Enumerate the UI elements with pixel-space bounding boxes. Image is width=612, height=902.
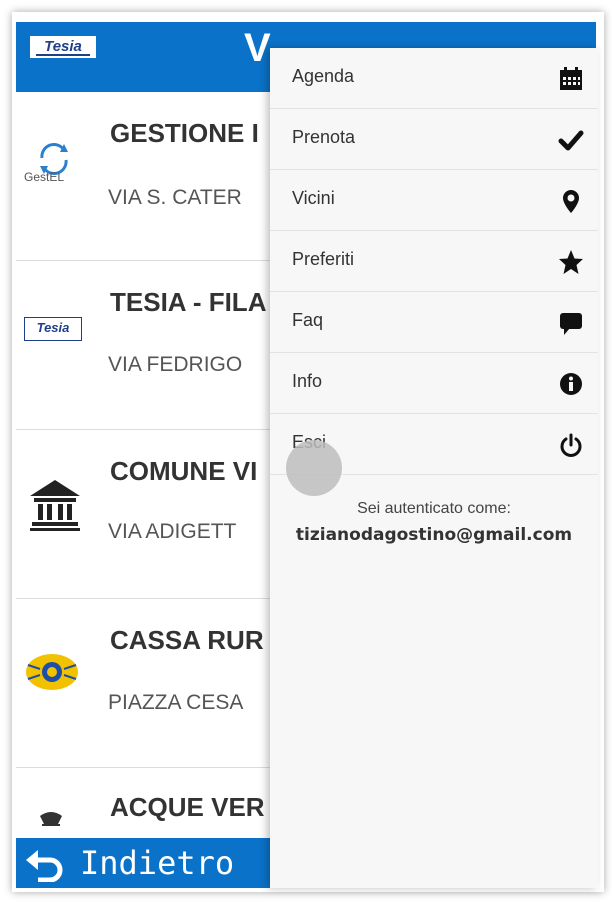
- tesia-logo-icon: Tesia: [24, 317, 82, 341]
- page-title: V: [244, 26, 271, 70]
- speech-bubble-icon: [558, 310, 584, 336]
- menu-item-label: Info: [292, 371, 323, 391]
- calendar-icon: [558, 66, 584, 92]
- checkmark-icon: [558, 127, 584, 153]
- list-item-name: GESTIONE I: [110, 118, 259, 148]
- menu-item-label: Faq: [292, 310, 324, 330]
- bank-logo-icon: [24, 647, 80, 697]
- town-hall-icon: [28, 478, 82, 532]
- back-button[interactable]: Indietro: [80, 844, 234, 882]
- auth-email: tizianodagostino@gmail.com: [295, 525, 573, 545]
- menu-item-preferiti[interactable]: Preferiti: [270, 231, 598, 292]
- loading-spinner-icon: [286, 440, 342, 496]
- menu-item-label: Vicini: [292, 188, 335, 208]
- list-item-name: COMUNE VI: [110, 456, 258, 486]
- menu-item-faq[interactable]: Faq: [270, 292, 598, 353]
- gestel-logo-text: GestEL: [24, 170, 65, 184]
- menu-item-info[interactable]: Info: [270, 353, 598, 414]
- list-item-address: VIA S. CATER: [108, 186, 242, 209]
- menu-item-vicini[interactable]: Vicini: [270, 170, 598, 231]
- list-item-address: VIA ADIGETT: [108, 520, 237, 543]
- star-icon: [558, 249, 584, 275]
- menu-item-label: Agenda: [292, 66, 355, 86]
- list-item-address: VIA FEDRIGO: [108, 353, 243, 376]
- back-arrow-icon[interactable]: [24, 846, 64, 883]
- list-item-name: CASSA RUR: [110, 625, 264, 655]
- power-icon: [558, 432, 584, 458]
- tesia-logo: Tesia: [30, 36, 96, 58]
- menu-item-label: Preferiti: [292, 249, 355, 269]
- logo-underline: [36, 54, 90, 56]
- list-item-name: ACQUE VER: [110, 792, 265, 822]
- menu-item-label: Prenota: [292, 127, 356, 147]
- list-item-name: TESIA - FILA: [110, 287, 267, 317]
- gestel-logo-icon: GestEL: [24, 136, 80, 188]
- water-company-icon: [38, 808, 64, 826]
- info-icon: [558, 371, 584, 397]
- menu-item-agenda[interactable]: Agenda: [270, 48, 598, 109]
- menu-item-prenota[interactable]: Prenota: [270, 109, 598, 170]
- auth-label: Sei autenticato come:: [357, 500, 511, 517]
- list-item-address: PIAZZA CESA: [108, 691, 244, 714]
- map-pin-icon: [558, 188, 584, 214]
